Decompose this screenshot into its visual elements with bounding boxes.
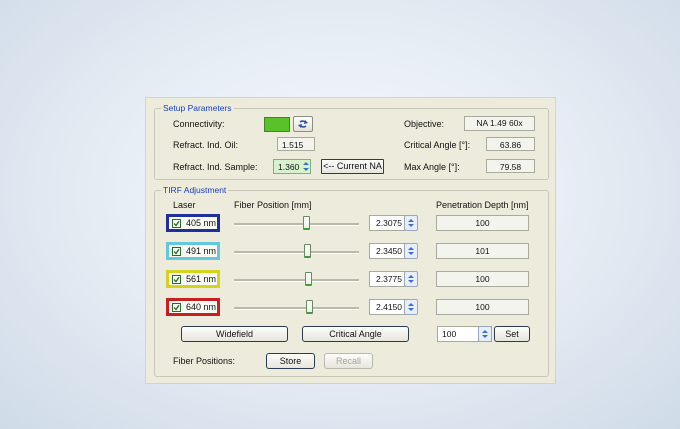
penetration-depth-field: 100 [436, 271, 529, 287]
oil-index-label: Refract. Ind. Oil: [173, 140, 239, 150]
sample-index-label: Refract. Ind. Sample: [173, 162, 258, 172]
laser-toggle[interactable]: 405 nm [166, 214, 220, 232]
laser-toggle[interactable]: 491 nm [166, 242, 220, 260]
fiber-position-slider-track[interactable] [234, 251, 359, 254]
fiber-position-slider-thumb[interactable] [305, 272, 313, 286]
max-angle-field: 79.58 [486, 159, 535, 173]
fiber-position-slider-thumb[interactable] [304, 244, 312, 258]
checkmark-icon [173, 248, 180, 255]
spinner-arrows-icon [408, 247, 414, 255]
connectivity-status-indicator [264, 117, 290, 132]
fiber-position-spinner[interactable] [404, 243, 418, 259]
laser-checkbox[interactable] [172, 247, 181, 256]
critical-angle-label: Critical Angle [°]: [404, 140, 471, 150]
checkmark-icon [173, 304, 180, 311]
oil-index-field[interactable]: 1.515 [277, 137, 315, 151]
connectivity-label: Connectivity: [173, 119, 225, 129]
laser-label: 640 nm [186, 302, 217, 312]
max-angle-label: Max Angle [°]: [404, 162, 460, 172]
laser-label: 405 nm [186, 218, 217, 228]
objective-field[interactable]: NA 1.49 60x [464, 116, 535, 131]
checkmark-icon [173, 220, 180, 227]
laser-checkbox[interactable] [172, 275, 181, 284]
tirf-adjustment-title: TIRF Adjustment [161, 185, 229, 195]
laser-label: 491 nm [186, 246, 217, 256]
refresh-icon [298, 120, 308, 128]
critical-angle-field: 63.86 [486, 137, 535, 151]
spinner-arrows-icon [408, 219, 414, 227]
set-button[interactable]: Set [494, 326, 530, 342]
current-na-button[interactable]: <-- Current NA [321, 159, 384, 174]
fiber-positions-label: Fiber Positions: [173, 356, 236, 366]
fiber-position-column-header: Fiber Position [mm] [234, 200, 312, 210]
laser-label: 561 nm [186, 274, 217, 284]
critical-angle-button[interactable]: Critical Angle [302, 326, 409, 342]
penetration-depth-column-header: Penetration Depth [nm] [436, 200, 529, 210]
fiber-position-slider-track[interactable] [234, 307, 359, 310]
objective-label: Objective: [404, 119, 445, 129]
fiber-position-slider-thumb[interactable] [306, 300, 314, 314]
laser-toggle[interactable]: 561 nm [166, 270, 220, 288]
fiber-position-slider-track[interactable] [234, 223, 359, 226]
setup-parameters-title: Setup Parameters [161, 103, 234, 113]
depth-set-spinner[interactable] [478, 326, 492, 342]
fiber-position-slider-thumb[interactable] [303, 216, 311, 230]
reconnect-button[interactable] [293, 116, 313, 132]
tirf-control-panel: Setup Parameters Connectivity: Refract. … [145, 97, 556, 384]
tirf-adjustment-group: TIRF Adjustment Laser Fiber Position [mm… [154, 185, 549, 377]
fiber-position-spinner[interactable] [404, 299, 418, 315]
laser-checkbox[interactable] [172, 303, 181, 312]
store-button[interactable]: Store [266, 353, 315, 369]
setup-parameters-group: Setup Parameters Connectivity: Refract. … [154, 103, 549, 180]
penetration-depth-field: 100 [436, 215, 529, 231]
checkmark-icon [173, 276, 180, 283]
spinner-arrows-icon [303, 162, 309, 171]
penetration-depth-field: 100 [436, 299, 529, 315]
fiber-position-slider-track[interactable] [234, 279, 359, 282]
penetration-depth-field: 101 [436, 243, 529, 259]
spinner-arrows-icon [408, 303, 414, 311]
spinner-arrows-icon [408, 275, 414, 283]
widefield-button[interactable]: Widefield [181, 326, 288, 342]
laser-checkbox[interactable] [172, 219, 181, 228]
laser-toggle[interactable]: 640 nm [166, 298, 220, 316]
fiber-position-spinner[interactable] [404, 271, 418, 287]
laser-column-header: Laser [173, 200, 196, 210]
spinner-arrows-icon [482, 330, 488, 338]
recall-button: Recall [324, 353, 373, 369]
sample-index-spinner[interactable] [301, 159, 313, 174]
fiber-position-spinner[interactable] [404, 215, 418, 231]
